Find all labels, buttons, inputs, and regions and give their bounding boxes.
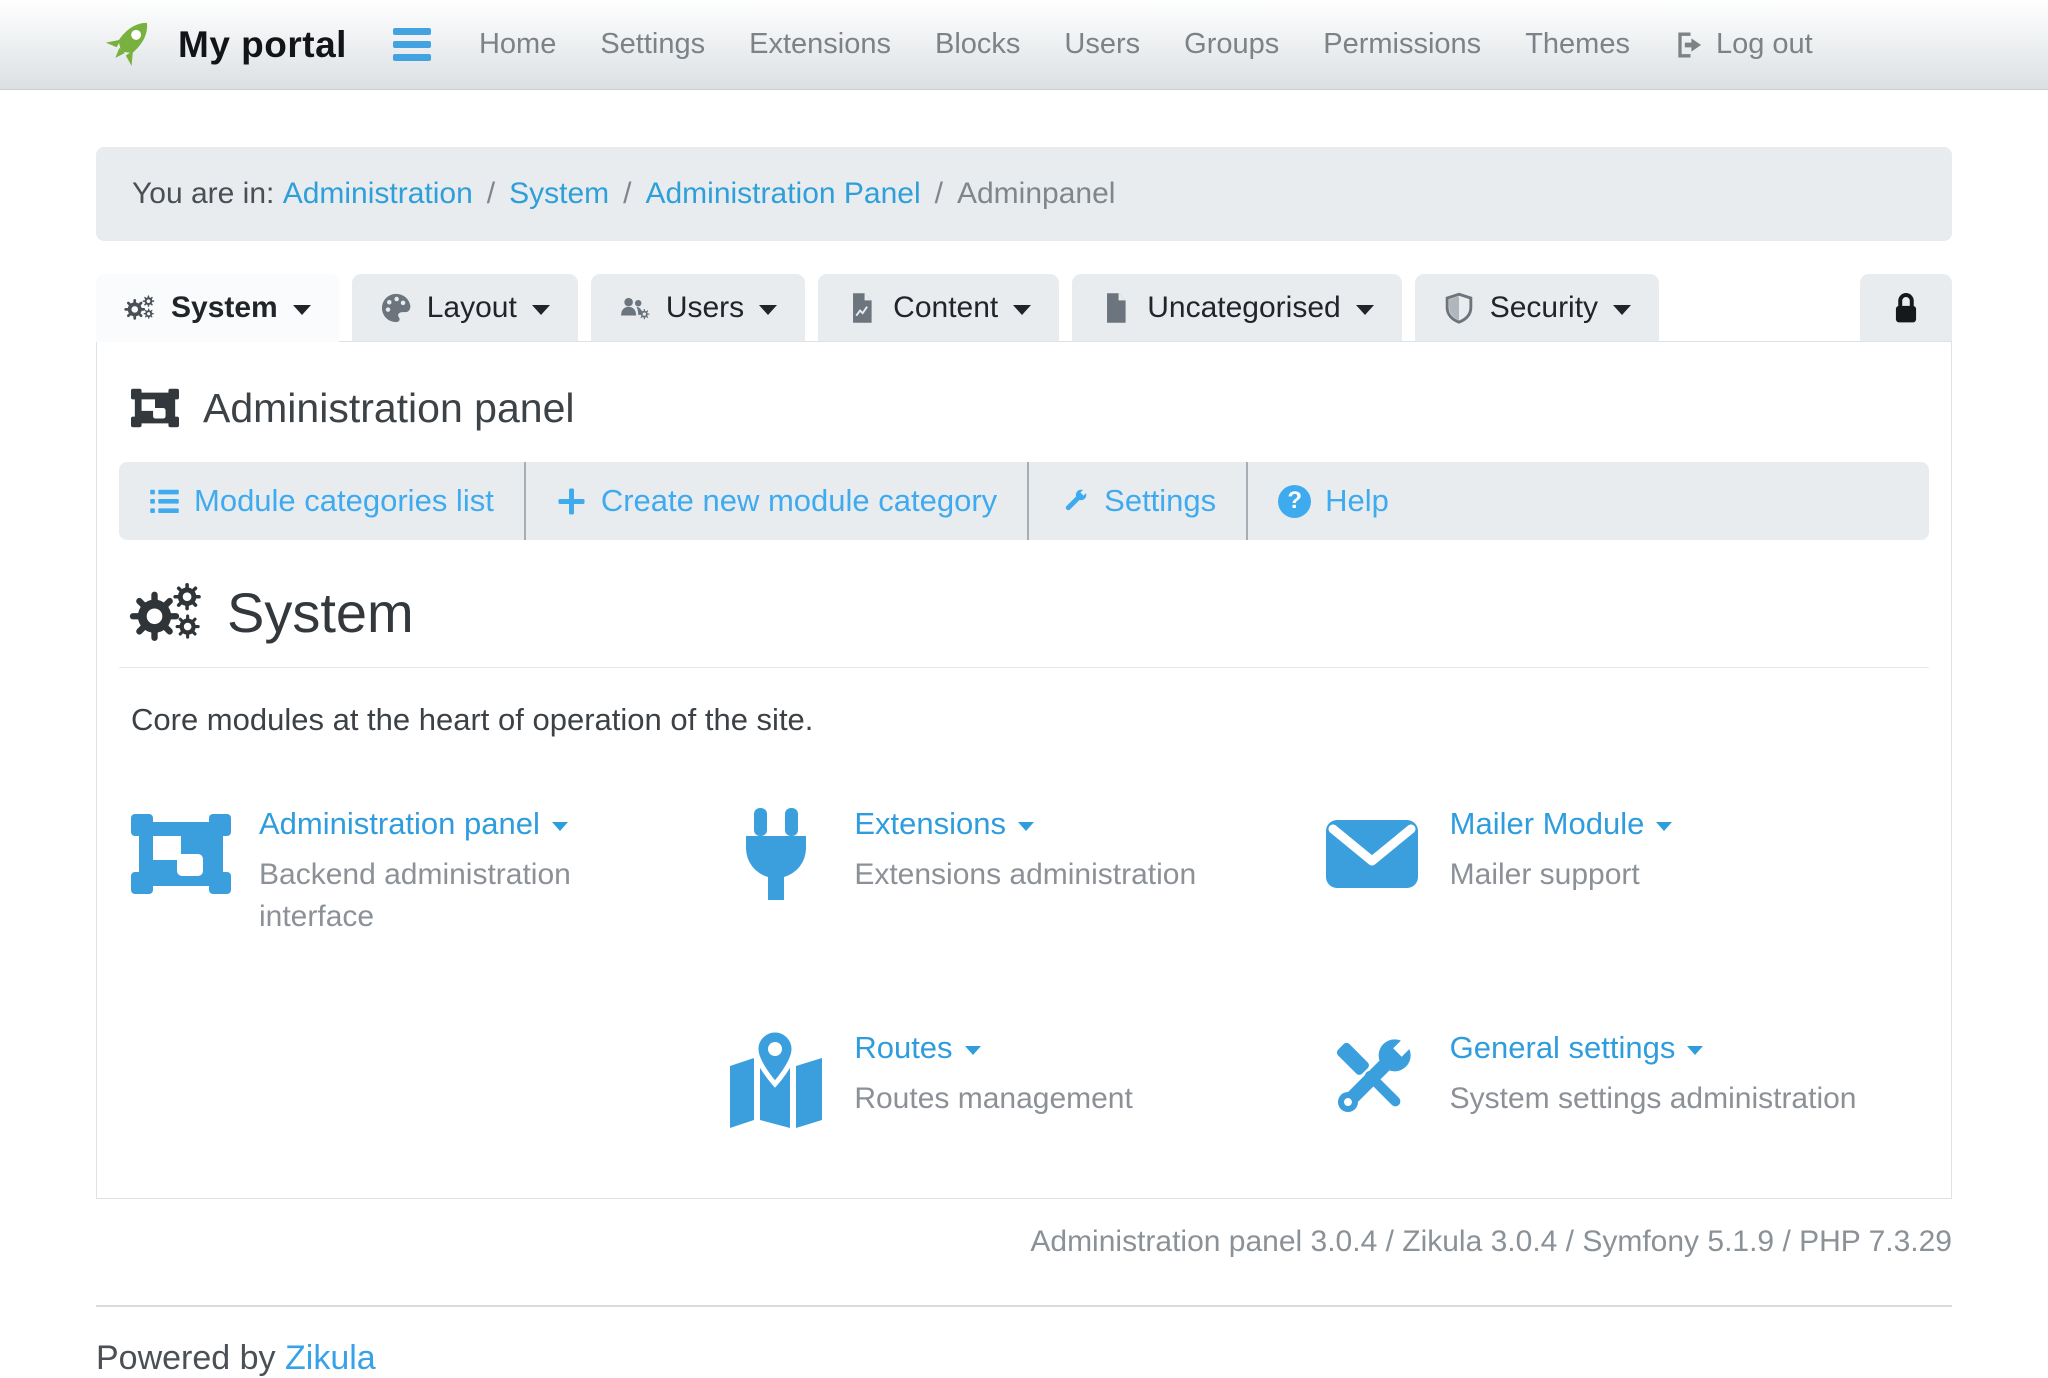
module-routes: Routes Routes management (726, 1028, 1321, 1128)
caret-down-icon (292, 304, 311, 315)
envelope-icon (1325, 820, 1418, 888)
nav-item-permissions[interactable]: Permissions (1323, 28, 1481, 61)
module-description: Mailer support (1449, 858, 1640, 891)
users-cog-icon (620, 297, 650, 320)
module-link-routes[interactable]: Routes (854, 1030, 1133, 1066)
module-administration-panel: Administration panel Backend administrat… (131, 804, 726, 938)
file-chart-icon (853, 292, 872, 323)
cogs-icon (124, 294, 155, 320)
rocket-logo-icon (105, 22, 148, 66)
nav-item-users[interactable]: Users (1064, 28, 1140, 61)
panel-title-row: Administration panel (119, 384, 1929, 432)
tab-users[interactable]: Users (590, 274, 806, 341)
category-tabs: System Layout Users Content Uncategorise… (96, 274, 1952, 342)
object-group-icon (131, 388, 179, 428)
brand-title: My portal (178, 23, 347, 65)
caret-down-icon (1613, 304, 1632, 315)
module-grid: Administration panel Backend administrat… (119, 804, 1929, 1128)
caret-down-icon (1687, 1045, 1704, 1055)
module-description: System settings administration (1449, 1082, 1857, 1115)
wrench-icon (1065, 487, 1089, 510)
map-marked-icon (730, 1028, 823, 1128)
help-button[interactable]: Help (1248, 483, 1419, 519)
plug-icon (746, 808, 807, 900)
panel-toolbar: Module categories list Create new module… (119, 462, 1929, 540)
caret-down-icon (531, 304, 550, 315)
tab-uncategorised[interactable]: Uncategorised (1072, 274, 1402, 341)
caret-down-icon (1017, 821, 1034, 831)
module-link-mailer[interactable]: Mailer Module (1450, 806, 1673, 842)
caret-down-icon (964, 1045, 981, 1055)
tab-layout[interactable]: Layout (351, 274, 578, 341)
panel-title: Administration panel (203, 384, 575, 431)
list-icon (150, 489, 179, 513)
breadcrumb-link-system[interactable]: System (509, 177, 609, 211)
section-title-row: System (119, 580, 1929, 645)
object-group-icon (131, 814, 231, 894)
nav-item-home[interactable]: Home (479, 28, 556, 61)
module-extensions: Extensions Extensions administration (726, 804, 1321, 938)
create-module-category-button[interactable]: Create new module category (526, 483, 1027, 519)
nav-item-blocks[interactable]: Blocks (935, 28, 1020, 61)
module-link-general-settings[interactable]: General settings (1450, 1030, 1857, 1066)
tab-security[interactable]: Security (1414, 274, 1660, 341)
nav-item-extensions[interactable]: Extensions (749, 28, 891, 61)
section-description: Core modules at the heart of operation o… (131, 702, 814, 737)
caret-down-icon (1355, 304, 1374, 315)
file-icon (1107, 292, 1126, 323)
shield-icon (1445, 292, 1472, 324)
admin-panel: Administration panel Module categories l… (96, 341, 1952, 1199)
lock-icon (1895, 292, 1917, 322)
nav-item-settings[interactable]: Settings (600, 28, 705, 61)
top-navbar: My portal Home Settings Extensions Block… (0, 0, 2048, 90)
caret-down-icon (551, 821, 568, 831)
section-divider (119, 667, 1929, 668)
nav-links: Home Settings Extensions Blocks Users Gr… (479, 28, 1813, 61)
question-circle-icon (1278, 484, 1312, 518)
hamburger-menu-icon[interactable] (392, 28, 431, 61)
module-description: Routes management (854, 1082, 1133, 1115)
nav-item-logout[interactable]: Log out (1674, 28, 1813, 61)
palette-icon (381, 293, 411, 322)
nav-item-themes[interactable]: Themes (1525, 28, 1630, 61)
module-mailer: Mailer Module Mailer support (1322, 804, 1917, 938)
module-link-extensions[interactable]: Extensions (854, 806, 1196, 842)
nav-item-groups[interactable]: Groups (1184, 28, 1279, 61)
powered-by: Powered by Zikula (96, 1339, 376, 1377)
tab-system[interactable]: System (96, 274, 339, 342)
cogs-icon (129, 581, 205, 645)
caret-down-icon (759, 304, 778, 315)
sign-out-icon (1678, 32, 1701, 57)
breadcrumb-current: Adminpanel (956, 177, 1116, 210)
tab-lock[interactable] (1860, 274, 1952, 341)
breadcrumb: You are in: Administration / System / Ad… (96, 147, 1952, 241)
breadcrumb-prefix: You are in: (132, 177, 275, 210)
tab-content[interactable]: Content (818, 274, 1060, 341)
footer-divider (96, 1305, 1952, 1307)
caret-down-icon (1013, 304, 1032, 315)
version-info: Administration panel 3.0.4 / Zikula 3.0.… (1030, 1225, 1952, 1258)
module-categories-list-button[interactable]: Module categories list (119, 483, 524, 519)
plus-icon (558, 487, 585, 515)
nav-item-logout-label: Log out (1715, 28, 1813, 60)
breadcrumb-link-administration-panel[interactable]: Administration Panel (645, 177, 920, 211)
brand[interactable]: My portal (96, 14, 347, 76)
caret-down-icon (1656, 821, 1673, 831)
breadcrumb-link-administration[interactable]: Administration (283, 177, 473, 211)
module-description: Backend administration interface (259, 858, 571, 933)
tools-icon (1336, 1035, 1415, 1113)
module-link-administration-panel[interactable]: Administration panel (259, 806, 609, 842)
module-description: Extensions administration (854, 858, 1197, 891)
settings-button[interactable]: Settings (1029, 483, 1246, 519)
zikula-link[interactable]: Zikula (285, 1339, 376, 1377)
section-title: System (227, 581, 414, 644)
module-general-settings: General settings System settings adminis… (1322, 1028, 1917, 1128)
